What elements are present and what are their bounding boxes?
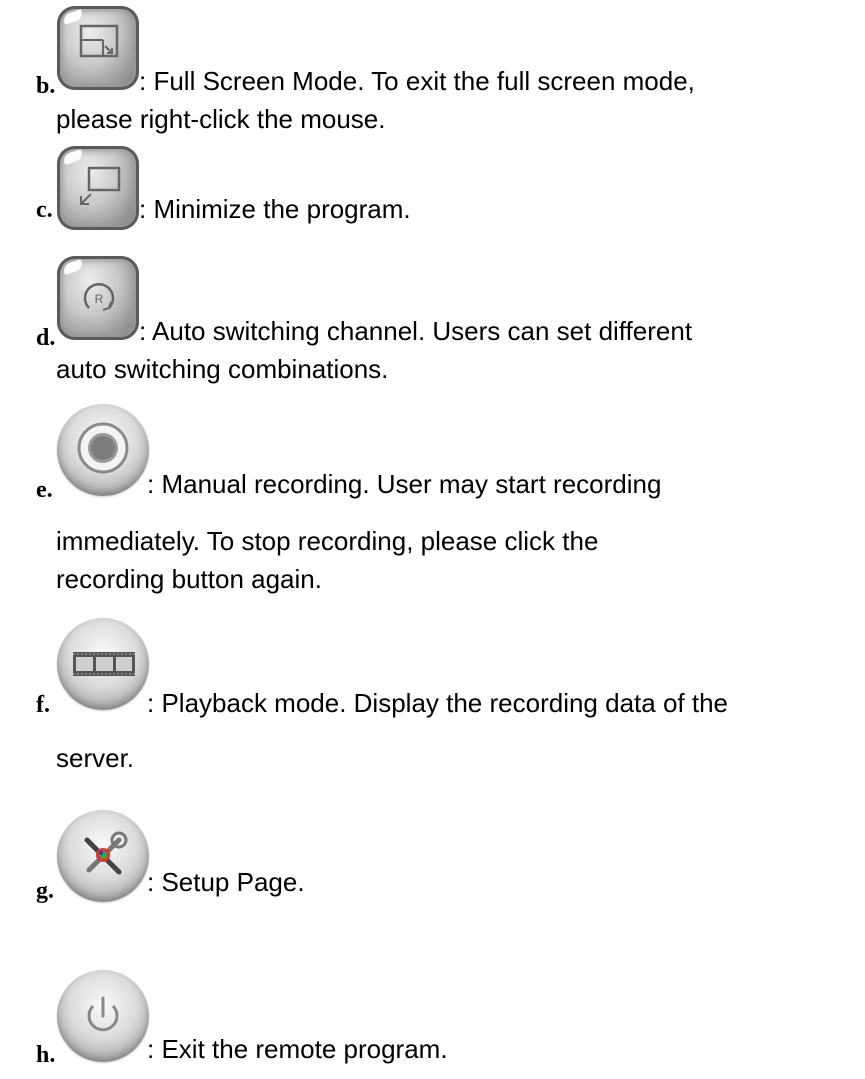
item-b-line-2: please right-click the mouse. bbox=[56, 104, 386, 134]
playback-icon bbox=[57, 618, 149, 710]
item-g-marker: g. bbox=[36, 878, 54, 904]
item-h-marker: h. bbox=[36, 1042, 56, 1068]
item-d-marker: d. bbox=[36, 325, 56, 351]
item-b-marker: b. bbox=[36, 73, 56, 99]
item-e-line-1: : Manual recording. User may start recor… bbox=[147, 469, 662, 499]
item-c-line-1: : Minimize the program. bbox=[139, 194, 411, 224]
power-icon bbox=[57, 970, 149, 1062]
item-b-line-1: : Full Screen Mode. To exit the full scr… bbox=[139, 66, 695, 96]
item-f-marker: f. bbox=[36, 692, 50, 718]
item-e-line-3: recording button again. bbox=[56, 564, 322, 594]
item-c-marker: c. bbox=[36, 197, 53, 223]
setup-icon bbox=[57, 810, 149, 902]
item-f-line-1: : Playback mode. Display the recording d… bbox=[147, 688, 728, 718]
item-d-line-2: auto switching combinations. bbox=[56, 354, 389, 384]
item-h-line-1: : Exit the remote program. bbox=[147, 1034, 448, 1064]
svg-text:R: R bbox=[95, 292, 104, 306]
item-f-line-2: server. bbox=[56, 743, 135, 773]
item-g-line-1: : Setup Page. bbox=[147, 867, 305, 897]
item-e-marker: e. bbox=[36, 477, 53, 503]
auto-switch-icon: R bbox=[57, 256, 139, 340]
item-e-line-2: immediately. To stop recording, please c… bbox=[56, 526, 599, 556]
item-d-line-1: : Auto switching channel. Users can set … bbox=[139, 316, 693, 346]
full-screen-icon bbox=[57, 6, 139, 90]
minimize-icon bbox=[57, 146, 139, 230]
record-icon bbox=[57, 404, 149, 496]
